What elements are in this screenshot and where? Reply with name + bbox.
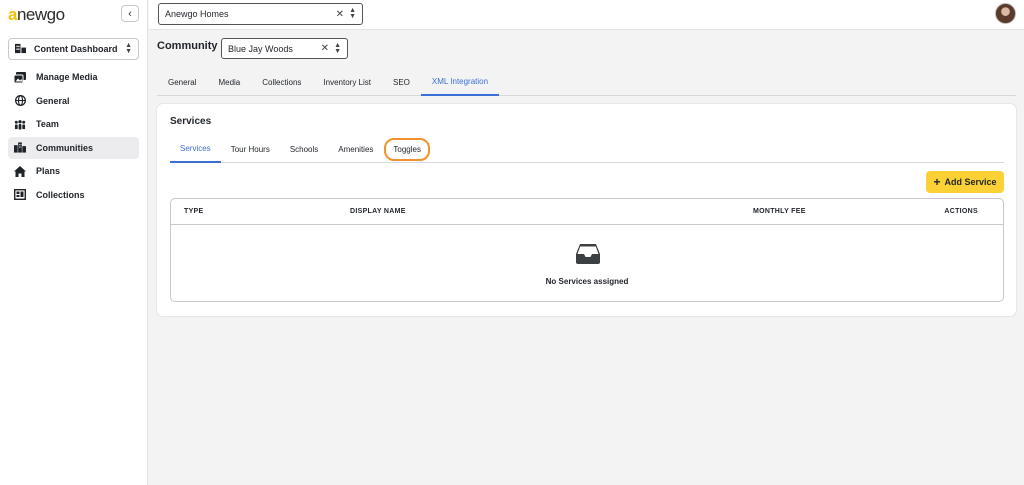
subtab-schools[interactable]: Schools <box>280 135 328 163</box>
community-select[interactable]: Blue Jay Woods ✕ ▲ ▼ <box>221 38 348 59</box>
empty-state: No Services assigned <box>171 225 1003 301</box>
clear-icon[interactable]: ✕ <box>336 9 344 20</box>
subtab-toggles[interactable]: Toggles <box>383 135 431 163</box>
sub-tabs: Services Tour Hours Schools Amenities To… <box>170 135 1004 163</box>
sidebar-item-team[interactable]: Team <box>8 113 139 135</box>
add-service-button[interactable]: + Add Service <box>926 171 1004 193</box>
team-icon <box>14 118 26 130</box>
dashboard-icon <box>15 43 26 56</box>
community-label: Community <box>157 40 218 52</box>
tab-general[interactable]: General <box>157 68 207 96</box>
card-title: Services <box>170 116 212 127</box>
updown-icon: ▲ ▼ <box>334 41 341 55</box>
sidebar-item-collections[interactable]: Collections <box>8 184 139 206</box>
globe-icon <box>14 95 26 107</box>
services-card: Services Services Tour Hours Schools Ame… <box>157 104 1016 316</box>
add-service-label: Add Service <box>944 177 997 187</box>
tab-xml-integration[interactable]: XML Integration <box>420 68 500 96</box>
sidebar-item-label: Plans <box>36 166 61 176</box>
dashboard-select[interactable]: Content Dashboard ▲ ▼ <box>8 38 139 60</box>
home-icon <box>14 165 26 177</box>
dashboard-select-value: Content Dashboard <box>34 44 118 54</box>
collapse-sidebar-button[interactable]: ‹ <box>121 5 139 22</box>
sidebar-item-manage-media[interactable]: Manage Media <box>8 66 139 88</box>
sidebar-item-label: Collections <box>36 189 85 200</box>
collections-icon <box>14 189 26 201</box>
tab-media[interactable]: Media <box>207 68 251 96</box>
subtab-services[interactable]: Services <box>170 135 221 163</box>
sidebar-item-plans[interactable]: Plans <box>8 160 139 182</box>
sidebar-item-general[interactable]: General <box>8 90 139 112</box>
user-avatar[interactable] <box>995 3 1016 24</box>
tab-seo[interactable]: SEO <box>382 68 421 96</box>
main-tabs: General Media Collections Inventory List… <box>157 68 1016 96</box>
community-select-value: Blue Jay Woods <box>228 43 293 54</box>
tab-collections[interactable]: Collections <box>251 68 312 96</box>
anewgo-logo[interactable]: anewgo <box>8 5 65 25</box>
updown-icon: ▲ ▼ <box>125 42 132 55</box>
sidebar-item-label: Team <box>36 119 59 129</box>
column-header-display-name[interactable]: DISPLAY NAME <box>350 208 406 215</box>
organization-select-value: Anewgo Homes <box>165 9 229 19</box>
plus-icon: + <box>933 175 941 189</box>
media-icon <box>14 71 26 83</box>
column-header-actions: ACTIONS <box>944 208 978 215</box>
clear-icon[interactable]: ✕ <box>321 43 329 54</box>
table-header: TYPE DISPLAY NAME MONTHLY FEE ACTIONS <box>171 199 1003 225</box>
sidebar: anewgo ‹ Content Dashboard ▲ ▼ Manage Med… <box>0 0 148 485</box>
sidebar-item-communities[interactable]: Communities <box>8 136 139 159</box>
sidebar-item-label: Communities <box>36 142 94 153</box>
empty-state-text: No Services assigned <box>545 277 629 286</box>
sidebar-item-label: General <box>36 95 70 106</box>
sidebar-item-label: Manage Media <box>36 72 98 82</box>
column-header-monthly-fee[interactable]: MONTHLY FEE <box>753 208 806 215</box>
updown-icon: ▲ ▼ <box>349 7 356 20</box>
subtab-tour-hours[interactable]: Tour Hours <box>221 135 280 163</box>
services-table: TYPE DISPLAY NAME MONTHLY FEE ACTIONS No… <box>170 198 1004 302</box>
sidebar-nav: Manage Media General Team Communities Pl… <box>8 66 139 207</box>
tab-inventory-list[interactable]: Inventory List <box>312 68 382 96</box>
column-header-type[interactable]: TYPE <box>184 208 203 215</box>
chevron-left-icon: ‹ <box>128 7 132 20</box>
top-bar: Anewgo Homes ✕ ▲ ▼ <box>149 0 1024 30</box>
logo-letter: a <box>8 5 17 24</box>
subtab-amenities[interactable]: Amenities <box>328 135 383 163</box>
organization-select[interactable]: Anewgo Homes ✕ ▲ ▼ <box>158 3 363 25</box>
communities-icon <box>14 142 26 154</box>
inbox-icon <box>576 243 600 267</box>
logo-text: newgo <box>16 5 65 24</box>
